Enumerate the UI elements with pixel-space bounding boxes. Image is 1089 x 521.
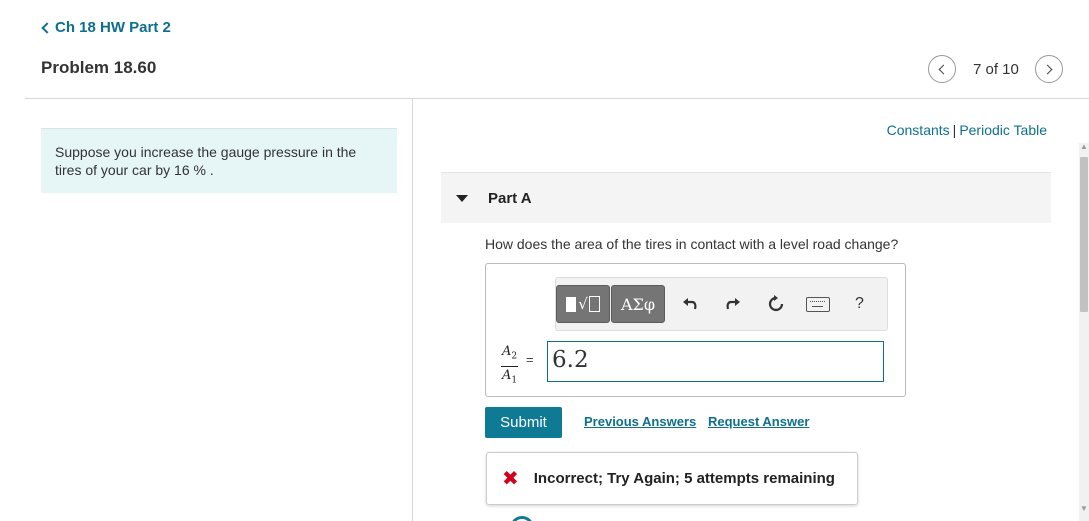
keyboard-icon[interactable] [806,296,830,312]
error-x-icon: ✖ [502,467,519,490]
chevron-left-icon [41,21,53,34]
collapse-triangle-icon [456,194,468,202]
pager: 7 of 10 [928,55,1063,83]
problem-intro: Suppose you increase the gauge pressure … [41,128,397,193]
scroll-up-arrow-icon[interactable]: ▲ [1080,143,1088,151]
greek-symbols-button[interactable]: ΑΣφ [611,285,665,323]
submit-button[interactable]: Submit [485,407,562,438]
part-a-header[interactable]: Part A [441,172,1051,223]
request-answer-link[interactable]: Request Answer [708,414,809,429]
previous-answers-link[interactable]: Previous Answers [584,414,696,429]
equals-sign: = [526,352,534,367]
chevron-right-icon [1042,64,1053,74]
partial-circle-icon [510,516,534,521]
math-toolbar: √ ΑΣφ ? [555,277,888,331]
back-link[interactable]: Ch 18 HW Part 2 [40,19,171,36]
redo-icon[interactable] [725,297,741,311]
fraction-numerator: A2 [501,344,519,367]
template-block-icon [566,296,577,312]
column-divider [412,99,413,521]
periodic-table-link[interactable]: Periodic Table [959,122,1047,138]
scrollbar-thumb[interactable] [1080,157,1088,312]
problem-title: Problem 18.60 [41,58,157,77]
answer-input[interactable]: 6.2 [547,341,884,382]
radical-icon: √ [578,295,588,313]
pager-position: 7 of 10 [973,60,1019,78]
part-label: Part A [488,189,532,207]
answer-box: √ ΑΣφ ? A2 A1 = 6.2 [485,263,906,397]
fraction-denominator: A1 [502,367,518,386]
previous-problem-button[interactable] [928,55,956,83]
question-text: How does the area of the tires in contac… [485,236,899,252]
feedback-message: Incorrect; Try Again; 5 attempts remaini… [533,470,835,487]
help-button[interactable]: ? [855,295,864,313]
reference-links: Constants | Periodic Table [887,122,1047,138]
templates-button[interactable]: √ [556,285,610,323]
undo-icon[interactable] [682,297,698,311]
chevron-left-icon [938,64,949,74]
template-box-icon [588,296,600,312]
header-divider [25,98,1089,99]
constants-link[interactable]: Constants [887,122,950,138]
answer-variable-fraction: A2 A1 [501,344,519,388]
link-separator: | [952,122,957,138]
next-problem-button[interactable] [1034,55,1063,83]
reset-icon[interactable] [767,295,785,313]
scroll-down-arrow-icon[interactable]: ▼ [1080,505,1088,513]
feedback-box: ✖ Incorrect; Try Again; 5 attempts remai… [486,452,858,505]
back-link-label: Ch 18 HW Part 2 [55,19,171,36]
